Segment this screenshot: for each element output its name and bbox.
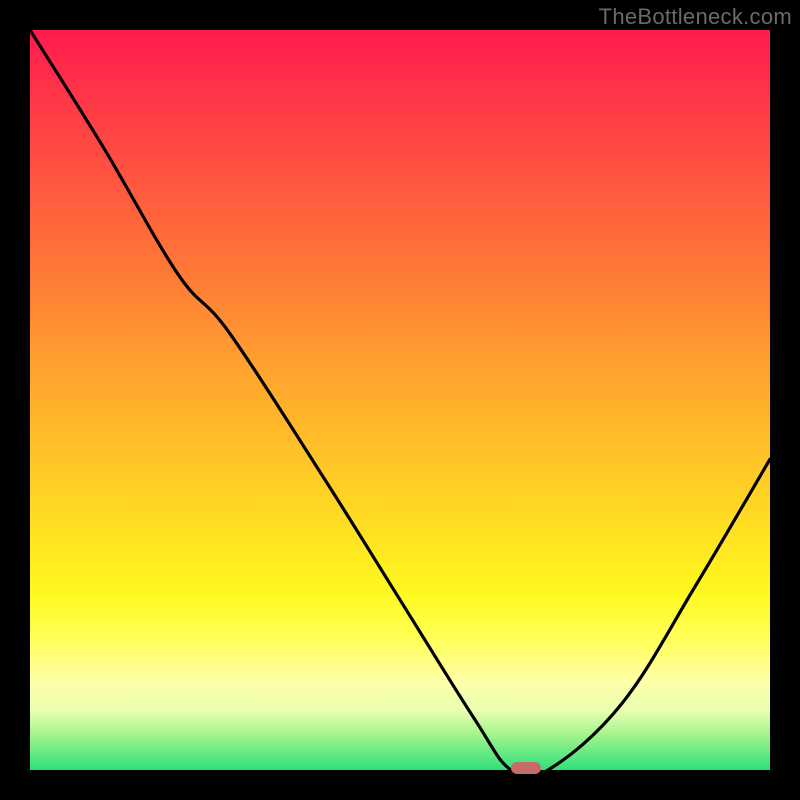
- watermark-text: TheBottleneck.com: [599, 4, 792, 30]
- bottleneck-curve: [30, 30, 770, 770]
- minimum-marker: [511, 762, 541, 774]
